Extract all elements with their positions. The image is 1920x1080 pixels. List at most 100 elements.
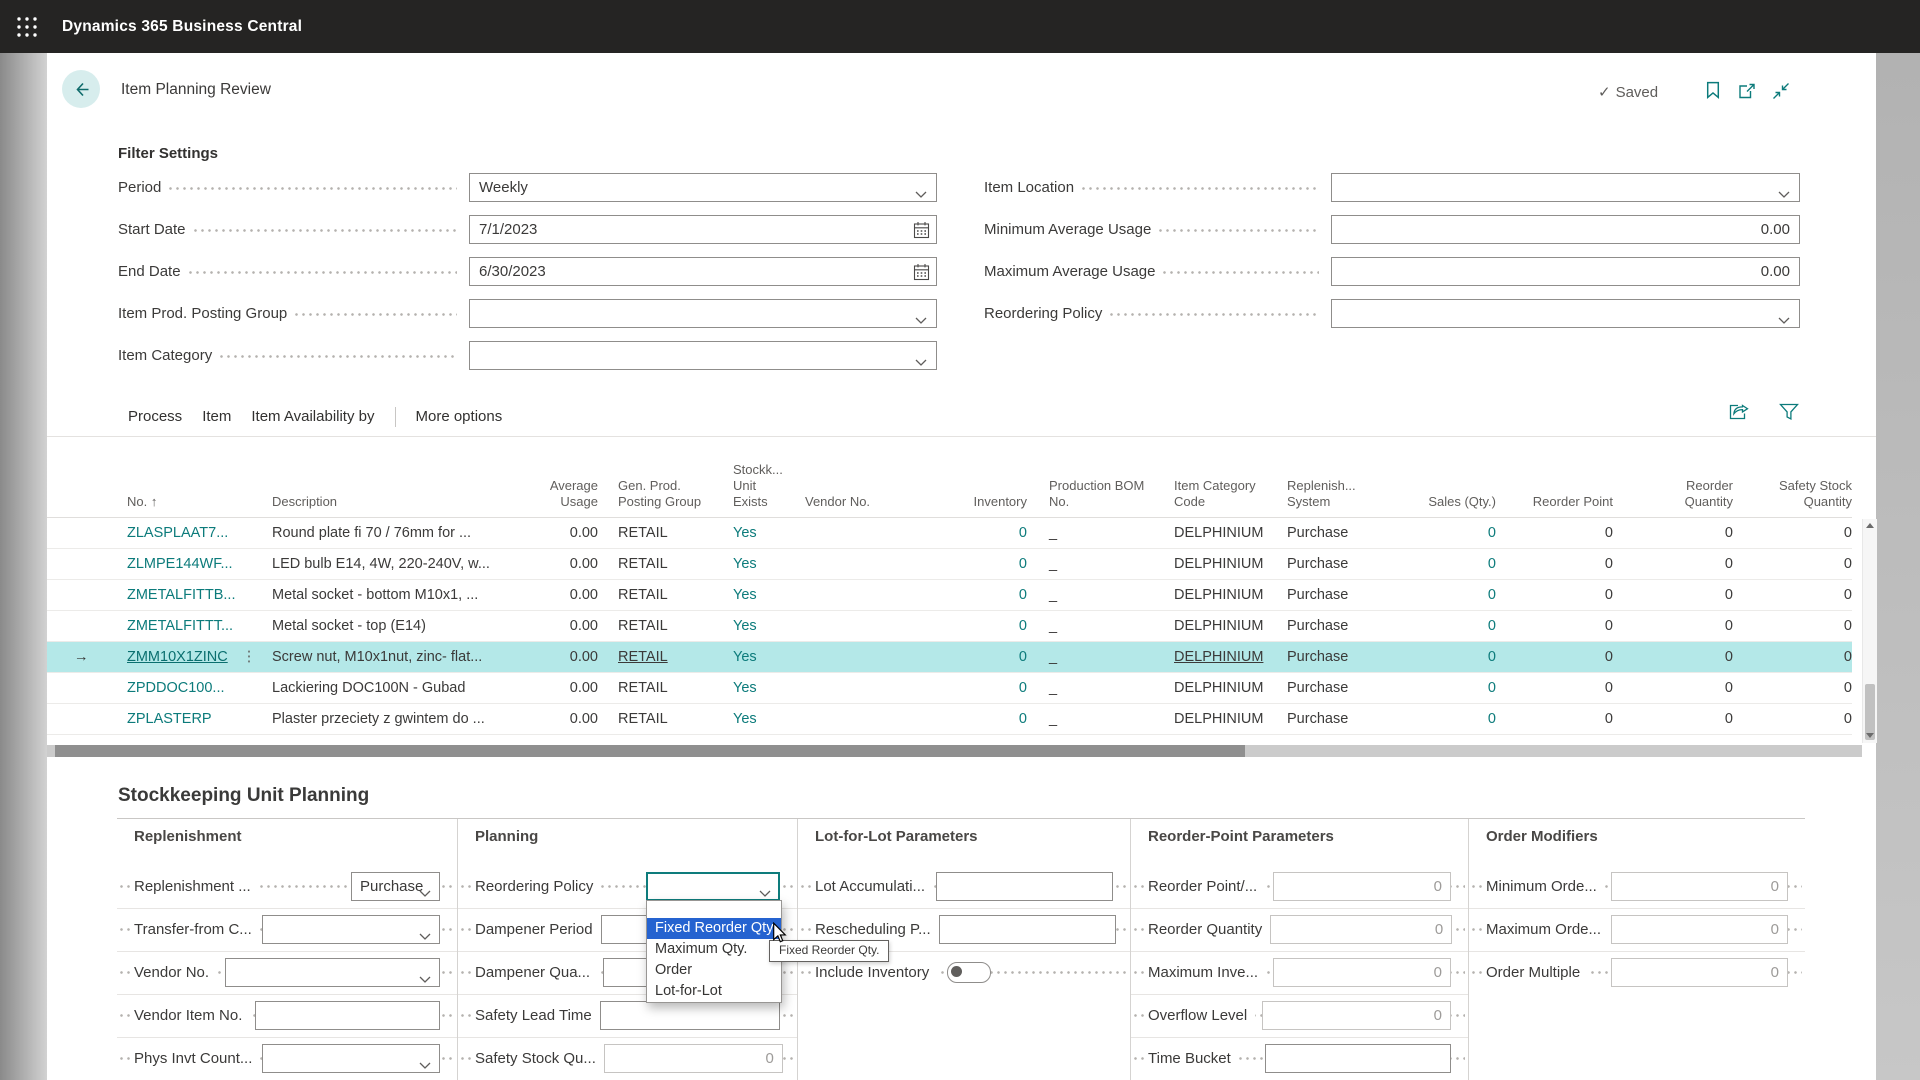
- row-selector-cell[interactable]: [47, 580, 127, 610]
- safety-lead-time-input[interactable]: [600, 1001, 780, 1030]
- transfer-from-c-select[interactable]: [262, 915, 440, 944]
- reorder-point-input[interactable]: 0: [1273, 872, 1451, 901]
- safety-stock-qu-input[interactable]: 0: [604, 1044, 783, 1073]
- maximum-inve-input[interactable]: 0: [1273, 958, 1451, 987]
- replenishment-label: Replenishment ...: [131, 876, 259, 897]
- maximum-orde-label: Maximum Orde...: [1483, 919, 1609, 940]
- table-row[interactable]: ZLASPLAAT7...Round plate fi 70 / 76mm fo…: [47, 518, 1852, 549]
- overflow-level-input[interactable]: 0: [1262, 1001, 1451, 1030]
- column-header-item-category-code[interactable]: Item Category Code: [1174, 478, 1287, 517]
- column-header-gen-prod-posting-group[interactable]: Gen. Prod. Posting Group: [598, 478, 733, 517]
- column-header-vendor-no[interactable]: Vendor No.: [805, 494, 942, 517]
- vendor-item-no-input[interactable]: [255, 1001, 440, 1030]
- maximum-average-usage-input[interactable]: 0.00: [1331, 257, 1800, 286]
- dropdown-option-maximum-qty[interactable]: Maximum Qty.: [647, 939, 781, 960]
- item-no-link[interactable]: ZMETALFITTB...: [127, 580, 235, 610]
- tab-item[interactable]: Item: [202, 408, 231, 425]
- app-launcher-icon[interactable]: [12, 12, 42, 42]
- calendar-icon[interactable]: [913, 221, 930, 244]
- app-title[interactable]: Dynamics 365 Business Central: [62, 18, 302, 36]
- start-date-date-input[interactable]: 7/1/2023: [469, 215, 937, 244]
- end-date-date-input[interactable]: 6/30/2023: [469, 257, 937, 286]
- filter-icon[interactable]: [1779, 403, 1799, 426]
- lot-accumulati-input[interactable]: [936, 872, 1113, 901]
- reordering-policy-select[interactable]: [1331, 299, 1800, 328]
- item-category-label: Item Category: [118, 347, 212, 364]
- period-select[interactable]: Weekly: [469, 173, 937, 202]
- reorder-quantity-input[interactable]: 0: [1270, 915, 1452, 944]
- calendar-icon[interactable]: [913, 263, 930, 286]
- minimum-orde-input[interactable]: 0: [1611, 872, 1788, 901]
- column-header-no[interactable]: No. ↑: [127, 494, 272, 517]
- action-bar-underline: [47, 436, 1876, 437]
- table-row[interactable]: ZLMPE144WF...LED bulb E14, 4W, 220-240V,…: [47, 549, 1852, 580]
- cell-safety: 0: [1733, 642, 1852, 672]
- row-selector-cell[interactable]: →: [47, 642, 127, 672]
- dropdown-blank-option[interactable]: [647, 901, 781, 918]
- more-options-menu[interactable]: More options: [416, 408, 503, 425]
- column-header-description[interactable]: Description: [272, 494, 519, 517]
- row-selector-cell[interactable]: [47, 611, 127, 641]
- chevron-down-icon: [915, 185, 927, 203]
- column-header-reorder-quantity[interactable]: Reorder Quantity: [1613, 478, 1733, 517]
- column-header-average-usage[interactable]: Average Usage: [519, 478, 598, 517]
- horizontal-scrollbar[interactable]: [47, 745, 1862, 757]
- item-category-select[interactable]: [469, 341, 937, 370]
- cell-bom: _: [1027, 673, 1174, 703]
- item-location-select[interactable]: [1331, 173, 1800, 202]
- row-selector-cell[interactable]: [47, 549, 127, 579]
- row-selector-cell[interactable]: [47, 704, 127, 734]
- maximum-orde-input[interactable]: 0: [1611, 915, 1788, 944]
- open-in-new-window-icon[interactable]: [1738, 83, 1756, 104]
- item-no-link[interactable]: ZLMPE144WF...: [127, 549, 233, 579]
- column-header-sales-qty[interactable]: Sales (Qty.): [1401, 494, 1496, 517]
- item-no-link[interactable]: ZPDDOC100...: [127, 673, 225, 703]
- item-no-link[interactable]: ZPLASTERP: [127, 704, 212, 734]
- sku-row-time-bucket: Time Bucket: [1131, 1037, 1468, 1080]
- table-row[interactable]: ZMETALFITTT...Metal socket - top (E14)0.…: [47, 611, 1852, 642]
- table-row[interactable]: ZPDDOC100...Lackiering DOC100N - Gubad0.…: [47, 673, 1852, 704]
- column-header-inventory[interactable]: Inventory: [942, 494, 1027, 517]
- dropdown-option-lot-for-lot[interactable]: Lot-for-Lot: [647, 981, 781, 1002]
- row-selector-cell[interactable]: [47, 518, 127, 548]
- reordering-policy-combobox[interactable]: [646, 872, 780, 901]
- column-header-reorder-point[interactable]: Reorder Point: [1496, 494, 1613, 517]
- dropdown-option-order[interactable]: Order: [647, 960, 781, 981]
- left-margin: [0, 53, 47, 1080]
- scroll-down-icon[interactable]: [1866, 733, 1874, 738]
- row-actions-icon[interactable]: ⋮: [242, 642, 257, 672]
- dropdown-option-fixed-reorder-qty[interactable]: Fixed Reorder Qty.: [647, 918, 781, 939]
- rescheduling-p-input[interactable]: [939, 915, 1116, 944]
- chevron-down-icon: [419, 1056, 431, 1074]
- share-icon[interactable]: [1729, 401, 1751, 426]
- item-no-link[interactable]: ZMM10X1ZINC: [127, 642, 228, 672]
- time-bucket-input[interactable]: [1265, 1044, 1451, 1073]
- table-row[interactable]: ZMETALFITTB...Metal socket - bottom M10x…: [47, 580, 1852, 611]
- back-button[interactable]: [62, 70, 100, 108]
- item-no-link[interactable]: ZMETALFITTT...: [127, 611, 233, 641]
- row-selector-cell[interactable]: [47, 673, 127, 703]
- table-row[interactable]: →ZMM10X1ZINC⋮Screw nut, M10x1nut, zinc- …: [47, 642, 1852, 673]
- include-inventory-toggle[interactable]: [947, 962, 991, 983]
- scroll-up-icon[interactable]: [1866, 523, 1874, 528]
- bookmark-icon[interactable]: [1705, 81, 1721, 104]
- column-header-production-bom-no[interactable]: Production BOM No.: [1027, 478, 1174, 517]
- order-multiple-input[interactable]: 0: [1611, 958, 1788, 987]
- replenishment-select[interactable]: Purchase: [351, 872, 440, 901]
- item-prod-posting-group-select[interactable]: [469, 299, 937, 328]
- phys-invt-count-select[interactable]: [262, 1044, 440, 1073]
- column-header-replenish-system[interactable]: Replenish... System: [1287, 478, 1401, 517]
- tab-process[interactable]: Process: [128, 408, 182, 425]
- table-row[interactable]: ZPLASTERPPlaster przeciety z gwintem do …: [47, 704, 1852, 735]
- cell-safety: 0: [1733, 704, 1852, 734]
- minimum-average-usage-input[interactable]: 0.00: [1331, 215, 1800, 244]
- collapse-icon[interactable]: [1772, 82, 1790, 105]
- column-header-stockk-unit-exists[interactable]: Stockk... Unit Exists: [733, 462, 805, 517]
- vertical-scroll-thumb[interactable]: [1865, 684, 1875, 740]
- tab-item-availability-by[interactable]: Item Availability by: [251, 408, 374, 425]
- vertical-scrollbar[interactable]: [1862, 519, 1877, 743]
- vendor-no-select[interactable]: [225, 958, 440, 987]
- column-header-safety-stock-quantity[interactable]: Safety Stock Quantity: [1733, 478, 1852, 517]
- item-no-link[interactable]: ZLASPLAAT7...: [127, 518, 228, 548]
- horizontal-scroll-thumb[interactable]: [55, 745, 1245, 757]
